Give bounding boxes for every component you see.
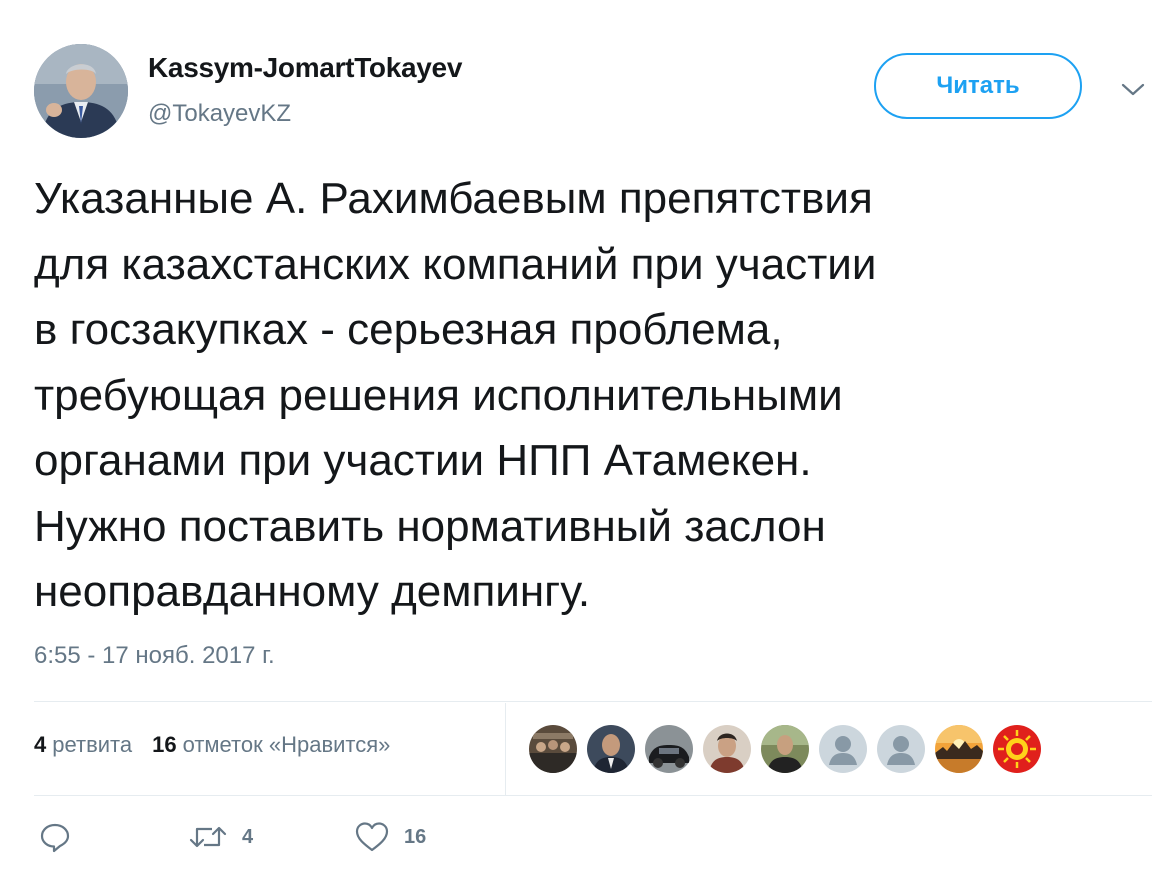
like-button[interactable]: 16 bbox=[354, 820, 426, 854]
author-avatar[interactable] bbox=[34, 44, 128, 138]
retweets-label: ретвита bbox=[52, 732, 133, 757]
divider bbox=[505, 703, 506, 795]
tweet-menu-button[interactable] bbox=[1118, 78, 1148, 102]
likes-count: 16 bbox=[152, 732, 177, 757]
reply-button[interactable] bbox=[38, 820, 72, 854]
likers-avatars bbox=[529, 725, 1051, 773]
tweet-text: Указанные А. Рахимбаевым препятствия для… bbox=[34, 166, 1154, 625]
retweet-icon bbox=[189, 826, 227, 848]
reply-icon bbox=[40, 823, 70, 853]
liker-avatar-8[interactable] bbox=[935, 725, 983, 773]
follow-button[interactable]: Читать bbox=[874, 53, 1082, 119]
retweets-count: 4 bbox=[34, 732, 47, 757]
tweet-stats: 4 ретвита 16 отметок «Нравится» bbox=[34, 732, 390, 758]
user-portrait-icon bbox=[34, 44, 128, 138]
likes-stat[interactable]: 16 отметок «Нравится» bbox=[152, 732, 390, 758]
liker-avatar-6[interactable] bbox=[819, 725, 867, 773]
likes-label: отметок «Нравится» bbox=[182, 732, 391, 757]
liker-avatar-5[interactable] bbox=[761, 725, 809, 773]
retweets-stat[interactable]: 4 ретвита bbox=[34, 732, 132, 758]
divider bbox=[34, 795, 1152, 796]
liker-avatar-1[interactable] bbox=[529, 725, 577, 773]
tweet-actions: 4 16 bbox=[34, 820, 634, 860]
liker-avatar-9[interactable] bbox=[993, 725, 1041, 773]
retweet-button[interactable]: 4 bbox=[188, 820, 253, 854]
tweet-text-line: органами при участии НПП Атамекен. bbox=[34, 436, 812, 485]
chevron-down-icon bbox=[1121, 83, 1145, 96]
author-display-name[interactable]: Kassym-JomartTokayev bbox=[148, 52, 462, 84]
tweet-text-line: для казахстанских компаний при участии bbox=[34, 239, 877, 289]
liker-avatar-3[interactable] bbox=[645, 725, 693, 773]
tweet-text-line: требующая решения исполнительными bbox=[34, 370, 843, 420]
tweet-text-line: в госзакупках - серьезная проблема, bbox=[34, 305, 783, 354]
tweet-text-line: неоправданному демпингу. bbox=[34, 567, 591, 616]
tweet-timestamp[interactable]: 6:55 - 17 нояб. 2017 г. bbox=[34, 642, 275, 670]
liker-avatar-2[interactable] bbox=[587, 725, 635, 773]
liker-avatar-4[interactable] bbox=[703, 725, 751, 773]
tweet-text-line: Нужно поставить нормативный заслон bbox=[34, 501, 826, 551]
retweet-count: 4 bbox=[242, 825, 254, 848]
divider bbox=[34, 701, 1152, 702]
liker-avatar-7[interactable] bbox=[877, 725, 925, 773]
heart-icon bbox=[355, 822, 389, 852]
author-handle[interactable]: @TokayevKZ bbox=[148, 100, 291, 128]
like-count: 16 bbox=[404, 825, 427, 848]
tweet-text-line: Указанные А. Рахимбаевым препятствия bbox=[34, 174, 873, 223]
